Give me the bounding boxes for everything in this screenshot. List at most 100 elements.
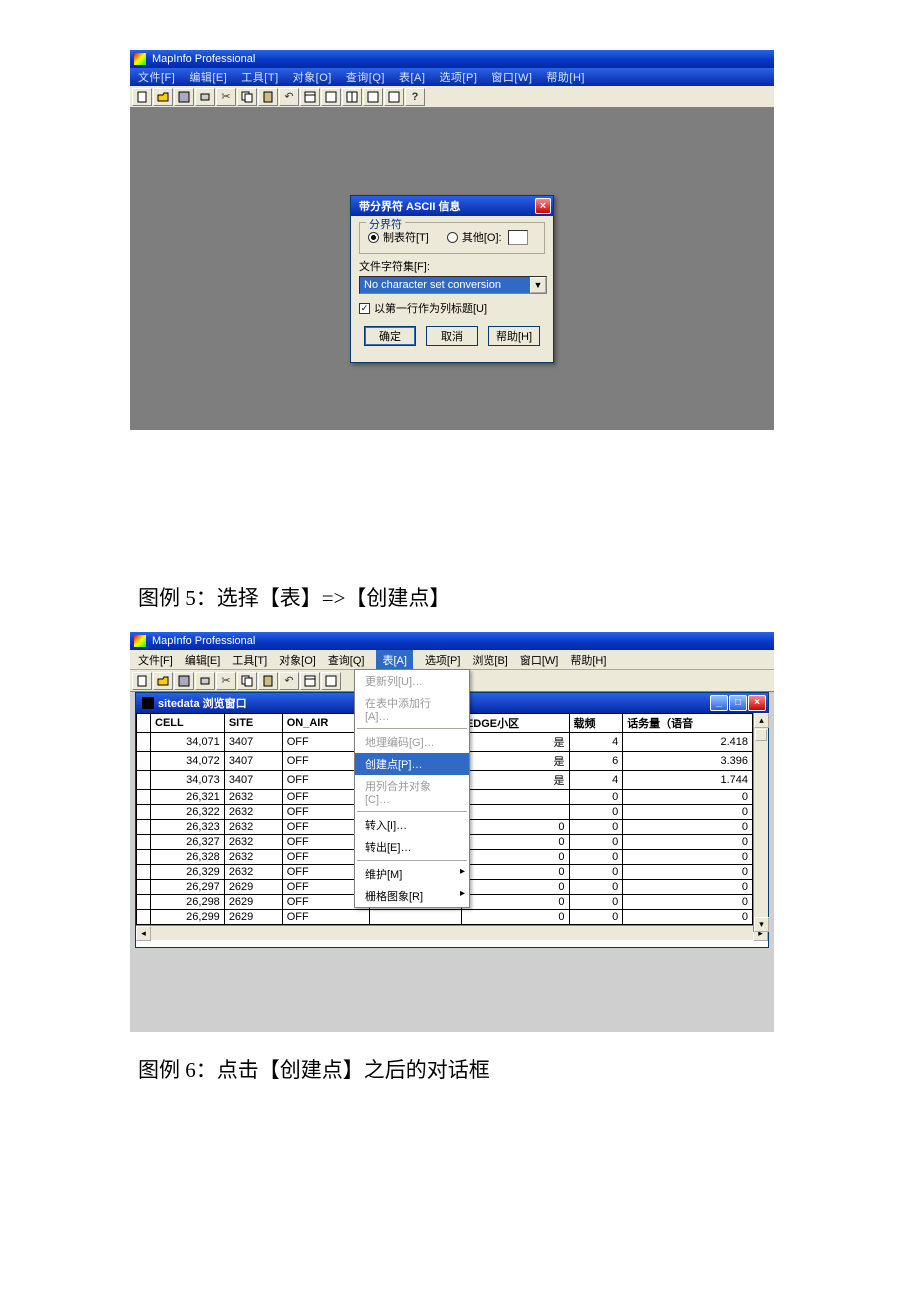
ok-button[interactable]: 确定 — [364, 326, 416, 346]
browser-icon — [142, 697, 154, 709]
menu-options[interactable]: 选项[P] — [439, 69, 477, 85]
menu-item-add-row[interactable]: 在表中添加行[A]… — [355, 692, 469, 726]
cell-carrier: 0 — [569, 835, 623, 850]
row-selector[interactable] — [137, 880, 151, 895]
horizontal-scrollbar[interactable]: ◂ ▸ — [136, 925, 768, 940]
row-selector[interactable] — [137, 895, 151, 910]
col-traffic[interactable]: 话务量（语音 — [623, 714, 753, 733]
cell-site: 2632 — [224, 790, 282, 805]
menu-object[interactable]: 对象[O] — [279, 652, 316, 668]
menu-help[interactable]: 帮助[H] — [570, 652, 606, 668]
col-carrier[interactable]: 载频 — [569, 714, 623, 733]
tool-copy-icon[interactable] — [237, 672, 257, 690]
col-cell[interactable]: CELL — [151, 714, 225, 733]
scroll-up-icon[interactable]: ▴ — [754, 713, 769, 728]
scroll-thumb[interactable] — [755, 729, 767, 741]
menu-item-export[interactable]: 转出[E]… — [355, 836, 469, 858]
menu-edit[interactable]: 编辑[E] — [189, 69, 227, 85]
menu-item-update-col[interactable]: 更新列[U]… — [355, 670, 469, 692]
menu-edit[interactable]: 编辑[E] — [185, 652, 220, 668]
menu-table[interactable]: 表[A] — [399, 69, 425, 85]
tool-mapper-icon[interactable] — [321, 88, 341, 106]
row-selector[interactable] — [137, 790, 151, 805]
scroll-down-icon[interactable]: ▾ — [754, 917, 769, 932]
row-selector[interactable] — [137, 805, 151, 820]
menu-item-merge-obj[interactable]: 用列合并对象[C]… — [355, 775, 469, 809]
tool-browser-icon[interactable] — [300, 88, 320, 106]
row-selector[interactable] — [137, 752, 151, 771]
close-icon[interactable]: × — [535, 198, 551, 214]
col-site[interactable]: SITE — [224, 714, 282, 733]
tool-print-icon[interactable] — [195, 88, 215, 106]
row-selector[interactable] — [137, 820, 151, 835]
cell-site: 2632 — [224, 835, 282, 850]
row-selector[interactable] — [137, 835, 151, 850]
cell-edge: 0 — [461, 850, 569, 865]
menu-tools[interactable]: 工具[T] — [232, 652, 267, 668]
charset-select[interactable]: No character set conversion ▼ — [359, 276, 547, 294]
scroll-left-icon[interactable]: ◂ — [136, 926, 151, 941]
maximize-icon[interactable]: □ — [729, 695, 747, 711]
close-icon[interactable]: × — [748, 695, 766, 711]
tool-graph-icon[interactable] — [363, 88, 383, 106]
tool-copy-icon[interactable] — [237, 88, 257, 106]
menu-tools[interactable]: 工具[T] — [241, 69, 278, 85]
app-logo-icon — [134, 53, 146, 65]
menu-item-import[interactable]: 转入[I]… — [355, 814, 469, 836]
menu-table[interactable]: 表[A] — [376, 650, 412, 670]
tool-help-icon[interactable]: ? — [405, 88, 425, 106]
tool-mapper-icon[interactable] — [321, 672, 341, 690]
row-selector[interactable] — [137, 910, 151, 925]
col-edge[interactable]: EDGE小区 — [461, 714, 569, 733]
groupbox-legend: 分界符 — [366, 216, 405, 232]
row-selector[interactable] — [137, 733, 151, 752]
menu-item-maintain[interactable]: 维护[M] — [355, 863, 469, 885]
tool-cut-icon[interactable]: ✂ — [216, 88, 236, 106]
cell-site: 3407 — [224, 752, 282, 771]
row-selector[interactable] — [137, 850, 151, 865]
menu-query[interactable]: 查询[Q] — [346, 69, 385, 85]
tool-redist-icon[interactable] — [384, 88, 404, 106]
tool-undo-icon[interactable]: ↶ — [279, 88, 299, 106]
browser-title: sitedata 浏览窗口 — [158, 695, 247, 711]
tool-save-icon[interactable] — [174, 672, 194, 690]
tool-undo-icon[interactable]: ↶ — [279, 672, 299, 690]
menu-query[interactable]: 查询[Q] — [328, 652, 365, 668]
menu-window[interactable]: 窗口[W] — [520, 652, 559, 668]
tool-open-icon[interactable] — [153, 88, 173, 106]
help-button[interactable]: 帮助[H] — [488, 326, 540, 346]
menu-object[interactable]: 对象[O] — [293, 69, 332, 85]
menu-item-create-points[interactable]: 创建点[P]… — [355, 753, 469, 775]
minimize-icon[interactable]: _ — [710, 695, 728, 711]
app-logo-icon — [134, 635, 146, 647]
row-selector[interactable] — [137, 865, 151, 880]
fig6-screenshot: MapInfo Professional 文件[F] 编辑[E] 工具[T] 对… — [130, 632, 774, 1032]
tool-new-icon[interactable] — [132, 88, 152, 106]
menu-window[interactable]: 窗口[W] — [491, 69, 532, 85]
menu-file[interactable]: 文件[F] — [138, 652, 173, 668]
tool-paste-icon[interactable] — [258, 672, 278, 690]
radio-tab[interactable] — [368, 232, 379, 243]
tool-print-icon[interactable] — [195, 672, 215, 690]
tool-paste-icon[interactable] — [258, 88, 278, 106]
vertical-scrollbar[interactable]: ▴ ▾ — [753, 713, 768, 932]
cancel-button[interactable]: 取消 — [426, 326, 478, 346]
menu-item-geocode[interactable]: 地理编码[G]… — [355, 731, 469, 753]
menu-browse[interactable]: 浏览[B] — [472, 652, 507, 668]
menu-file[interactable]: 文件[F] — [138, 69, 175, 85]
menu-options[interactable]: 选项[P] — [425, 652, 460, 668]
other-delimiter-input[interactable] — [508, 230, 528, 245]
menu-item-raster[interactable]: 栅格图象[R] — [355, 885, 469, 907]
tool-layout-icon[interactable] — [342, 88, 362, 106]
menu-help[interactable]: 帮助[H] — [546, 69, 585, 85]
tool-browser-icon[interactable] — [300, 672, 320, 690]
tool-open-icon[interactable] — [153, 672, 173, 690]
tool-new-icon[interactable] — [132, 672, 152, 690]
chevron-down-icon[interactable]: ▼ — [530, 277, 546, 293]
table-row[interactable]: 26,2992629OFF000 — [137, 910, 753, 925]
tool-cut-icon[interactable]: ✂ — [216, 672, 236, 690]
tool-save-icon[interactable] — [174, 88, 194, 106]
row-selector[interactable] — [137, 771, 151, 790]
radio-other[interactable] — [447, 232, 458, 243]
firstrow-headers-checkbox[interactable]: ✓ — [359, 303, 370, 314]
